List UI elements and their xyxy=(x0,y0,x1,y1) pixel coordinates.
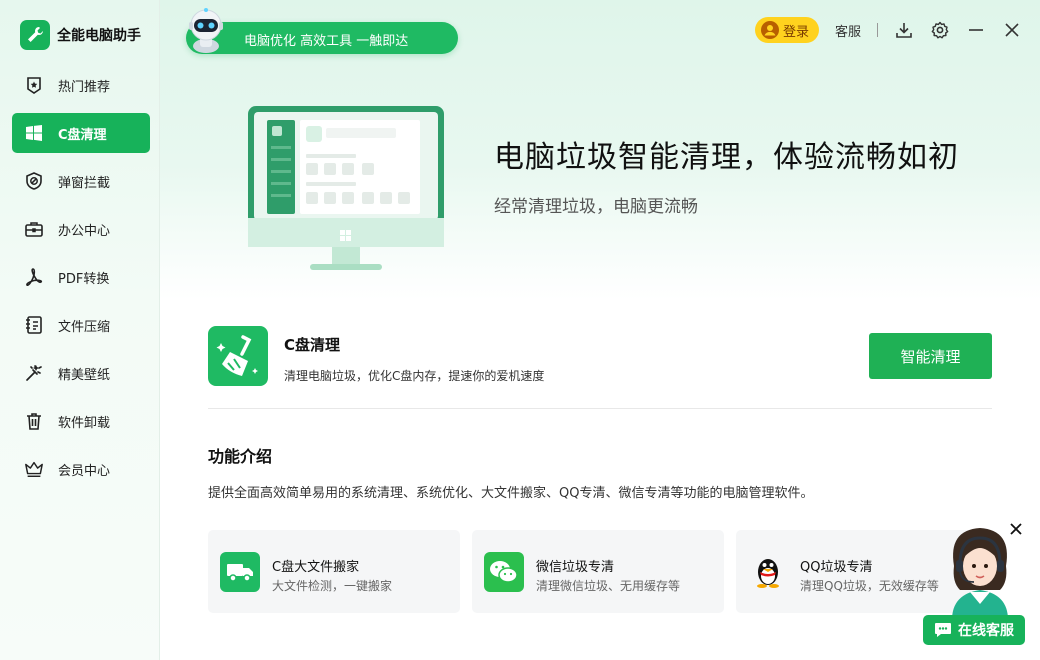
download-icon[interactable] xyxy=(894,20,914,40)
sidebar-item-label: 热门推荐 xyxy=(58,79,111,95)
tool-card-desc: 清理QQ垃圾，无效缓存等 xyxy=(800,579,939,593)
promo-banner-text: 电脑优化 高效工具 一触即达 xyxy=(244,34,409,49)
pdf-icon xyxy=(24,267,44,287)
sidebar: 全能电脑助手 热门推荐 C盘清理 弹窗拦截 办公中心 PDF转换 文件压缩 精美… xyxy=(0,0,160,660)
tool-card-c-move[interactable]: C盘大文件搬家 大文件检测，一键搬家 xyxy=(208,530,460,613)
feature-title: C盘清理 xyxy=(284,336,341,354)
tool-card-wechat[interactable]: 微信垃圾专清 清理微信垃圾、无用缓存等 xyxy=(472,530,724,613)
topbar-divider xyxy=(877,23,878,37)
settings-gear-icon[interactable] xyxy=(930,20,950,40)
main-panel: 电脑优化 高效工具 一触即达 登录 客服 电脑垃圾智能清理，体验流畅如初 经常清… xyxy=(160,0,1040,660)
wallpaper-icon xyxy=(24,363,44,383)
title-bar: 登录 客服 xyxy=(754,17,1022,43)
sidebar-nav: 热门推荐 C盘清理 弹窗拦截 办公中心 PDF转换 文件压缩 精美壁纸 软件卸载… xyxy=(12,65,150,497)
online-service-button[interactable]: 在线客服 xyxy=(923,615,1025,645)
close-icon[interactable] xyxy=(1002,20,1022,40)
sidebar-item-compress[interactable]: 文件压缩 xyxy=(12,305,150,345)
sidebar-item-wallpaper[interactable]: 精美壁纸 xyxy=(12,353,150,393)
wechat-icon xyxy=(484,552,524,592)
qq-penguin-icon xyxy=(748,552,788,592)
chat-bubble-icon xyxy=(935,623,951,637)
block-shield-icon xyxy=(24,171,44,191)
sidebar-item-label: 弹窗拦截 xyxy=(58,175,111,191)
sidebar-item-c-clean[interactable]: C盘清理 xyxy=(12,113,150,153)
sidebar-item-label: C盘清理 xyxy=(58,127,107,143)
tool-card-desc: 大文件检测，一键搬家 xyxy=(272,579,393,593)
sidebar-item-label: 文件压缩 xyxy=(58,319,111,335)
sidebar-item-vip[interactable]: 会员中心 xyxy=(12,449,150,489)
app-name: 全能电脑助手 xyxy=(57,28,141,44)
sidebar-item-hot[interactable]: 热门推荐 xyxy=(12,65,150,105)
windows-icon xyxy=(24,123,44,143)
user-avatar-icon xyxy=(760,21,779,39)
wrench-logo-icon xyxy=(20,20,50,50)
robot-mascot-icon xyxy=(184,6,228,54)
tool-card-desc: 清理微信垃圾、无用缓存等 xyxy=(536,579,681,593)
sidebar-item-pdf[interactable]: PDF转换 xyxy=(12,257,150,297)
tool-card-title: QQ垃圾专清 xyxy=(800,560,873,575)
minimize-icon[interactable] xyxy=(966,20,986,40)
star-badge-icon xyxy=(24,75,44,95)
intro-description: 提供全面高效简单易用的系统清理、系统优化、大文件搬家、QQ专清、微信专清等功能的… xyxy=(208,486,814,501)
tool-card-title: 微信垃圾专清 xyxy=(536,560,615,575)
customer-service-link[interactable]: 客服 xyxy=(835,21,861,40)
hero-subtitle: 经常清理垃圾，电脑更流畅 xyxy=(494,197,698,217)
sidebar-item-uninstall[interactable]: 软件卸载 xyxy=(12,401,150,441)
brand: 全能电脑助手 xyxy=(20,20,141,50)
tool-card-title: C盘大文件搬家 xyxy=(272,560,360,575)
smart-clean-button[interactable]: 智能清理 xyxy=(869,333,992,379)
online-service-label: 在线客服 xyxy=(958,623,1014,639)
archive-icon xyxy=(24,315,44,335)
crown-icon xyxy=(24,459,44,479)
sidebar-item-office[interactable]: 办公中心 xyxy=(12,209,150,249)
login-button[interactable]: 登录 xyxy=(754,17,819,43)
monitor-illustration-icon xyxy=(248,106,448,274)
sidebar-item-label: 办公中心 xyxy=(58,223,111,239)
section-divider xyxy=(208,408,992,409)
truck-icon xyxy=(220,552,260,592)
intro-title: 功能介绍 xyxy=(208,447,273,466)
broom-clean-icon xyxy=(208,326,268,386)
close-service-icon[interactable] xyxy=(1008,521,1024,537)
login-label: 登录 xyxy=(782,24,809,40)
sidebar-item-label: PDF转换 xyxy=(58,271,110,287)
feature-description: 清理电脑垃圾，优化C盘内存，提速你的爱机速度 xyxy=(284,369,545,383)
trash-icon xyxy=(24,411,44,431)
sidebar-item-label: 会员中心 xyxy=(58,463,111,479)
hero-title: 电脑垃圾智能清理，体验流畅如初 xyxy=(494,140,959,175)
sidebar-item-popup-block[interactable]: 弹窗拦截 xyxy=(12,161,150,201)
sidebar-item-label: 精美壁纸 xyxy=(58,367,111,383)
briefcase-icon xyxy=(24,219,44,239)
sidebar-item-label: 软件卸载 xyxy=(58,415,111,431)
